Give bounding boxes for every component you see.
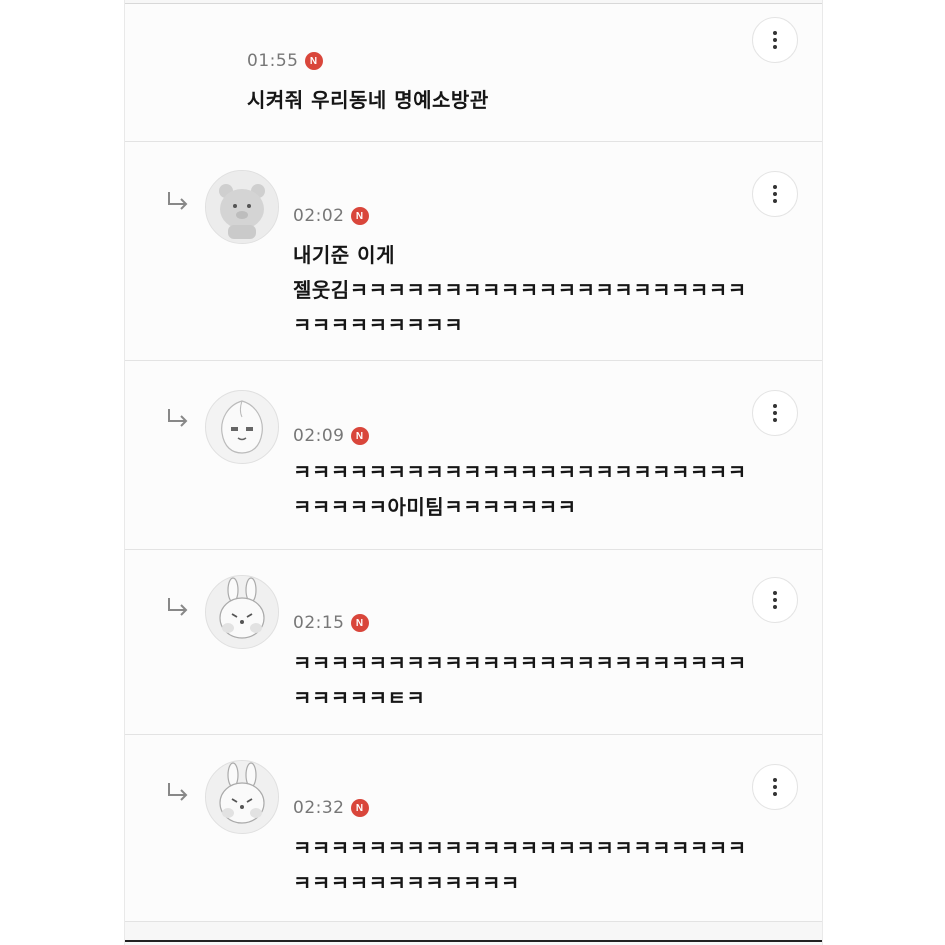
comment-meta: 02:09 N	[293, 426, 369, 446]
comment-time: 01:55	[247, 51, 299, 71]
peach-avatar-icon	[206, 391, 278, 463]
new-badge: N	[304, 52, 323, 70]
more-options-button[interactable]	[752, 17, 798, 63]
reply-arrow-icon	[168, 409, 188, 427]
rabbit-avatar-icon	[206, 576, 278, 648]
reply-arrow-icon	[168, 192, 188, 210]
comment-line: ㅋㅋㅋㅋㅋㅋㅋㅋㅋㅋㅋㅋㅋㅋㅋㅋㅋㅋㅋㅋㅋㅋㅋㅋ	[293, 836, 747, 860]
new-badge: N	[350, 427, 369, 445]
comment-text: ㅋㅋㅋㅋㅋㅋㅋㅋㅋㅋㅋㅋㅋㅋㅋㅋㅋㅋㅋㅋㅋㅋㅋㅋ ㅋㅋㅋㅋㅋ아미팀ㅋㅋㅋㅋㅋㅋㅋ	[293, 455, 747, 525]
reply-item: 02:15 N ㅋㅋㅋㅋㅋㅋㅋㅋㅋㅋㅋㅋㅋㅋㅋㅋㅋㅋㅋㅋㅋㅋㅋㅋ ㅋㅋㅋㅋㅋㅌㅋ	[125, 550, 822, 735]
bear-avatar-icon	[206, 171, 278, 243]
comment-time: 02:15	[293, 613, 345, 633]
reply-item: 02:09 N ㅋㅋㅋㅋㅋㅋㅋㅋㅋㅋㅋㅋㅋㅋㅋㅋㅋㅋㅋㅋㅋㅋㅋㅋ ㅋㅋㅋㅋㅋ아미…	[125, 361, 822, 550]
rabbit-avatar-icon	[206, 761, 278, 833]
reply-arrow-icon	[168, 783, 188, 801]
new-badge: N	[350, 207, 369, 225]
comment-time: 02:32	[293, 798, 345, 818]
comment-time: 02:09	[293, 426, 345, 446]
comment-line: ㅋㅋㅋㅋㅋㅋㅋㅋㅋ	[293, 313, 464, 337]
comment-thread: 01:55 N 시켜줘 우리동네 명예소방관 02:02 N 내기준 이게 젤웃…	[124, 0, 823, 945]
comment-meta: 02:02 N	[293, 206, 369, 226]
more-options-button[interactable]	[752, 764, 798, 810]
more-vertical-icon	[773, 185, 777, 203]
more-vertical-icon	[773, 404, 777, 422]
comment-line: 시켜줘 우리동네 명예소방관	[247, 88, 489, 112]
comment-item: 01:55 N 시켜줘 우리동네 명예소방관	[125, 4, 822, 142]
comment-meta: 01:55 N	[247, 51, 323, 71]
more-vertical-icon	[773, 591, 777, 609]
new-badge: N	[350, 614, 369, 632]
reply-item: 02:32 N ㅋㅋㅋㅋㅋㅋㅋㅋㅋㅋㅋㅋㅋㅋㅋㅋㅋㅋㅋㅋㅋㅋㅋㅋ ㅋㅋㅋㅋㅋㅋㅋ…	[125, 735, 822, 922]
comment-text: 내기준 이게 젤웃김ㅋㅋㅋㅋㅋㅋㅋㅋㅋㅋㅋㅋㅋㅋㅋㅋㅋㅋㅋㅋㅋ ㅋㅋㅋㅋㅋㅋㅋㅋ…	[293, 238, 747, 343]
comment-time: 02:02	[293, 206, 345, 226]
more-vertical-icon	[773, 778, 777, 796]
comment-text: 시켜줘 우리동네 명예소방관	[247, 83, 489, 118]
comment-line: ㅋㅋㅋㅋㅋㅌㅋ	[293, 686, 426, 710]
comment-line: ㅋㅋㅋㅋㅋ아미팀ㅋㅋㅋㅋㅋㅋㅋ	[293, 495, 577, 519]
comment-line: 젤웃김ㅋㅋㅋㅋㅋㅋㅋㅋㅋㅋㅋㅋㅋㅋㅋㅋㅋㅋㅋㅋㅋ	[293, 278, 747, 302]
more-vertical-icon	[773, 31, 777, 49]
avatar[interactable]	[205, 575, 279, 649]
avatar[interactable]	[205, 760, 279, 834]
comment-text: ㅋㅋㅋㅋㅋㅋㅋㅋㅋㅋㅋㅋㅋㅋㅋㅋㅋㅋㅋㅋㅋㅋㅋㅋ ㅋㅋㅋㅋㅋㅌㅋ	[293, 646, 747, 716]
comment-meta: 02:15 N	[293, 613, 369, 633]
comment-meta: 02:32 N	[293, 798, 369, 818]
new-badge: N	[350, 799, 369, 817]
divider	[125, 940, 822, 942]
reply-item: 02:02 N 내기준 이게 젤웃김ㅋㅋㅋㅋㅋㅋㅋㅋㅋㅋㅋㅋㅋㅋㅋㅋㅋㅋㅋㅋㅋ …	[125, 142, 822, 361]
more-options-button[interactable]	[752, 577, 798, 623]
comment-text: ㅋㅋㅋㅋㅋㅋㅋㅋㅋㅋㅋㅋㅋㅋㅋㅋㅋㅋㅋㅋㅋㅋㅋㅋ ㅋㅋㅋㅋㅋㅋㅋㅋㅋㅋㅋㅋ	[293, 831, 747, 901]
comment-line: ㅋㅋㅋㅋㅋㅋㅋㅋㅋㅋㅋㅋ	[293, 871, 520, 895]
avatar[interactable]	[205, 390, 279, 464]
comment-line: 내기준 이게	[293, 243, 395, 267]
avatar[interactable]	[205, 170, 279, 244]
more-options-button[interactable]	[752, 171, 798, 217]
comment-line: ㅋㅋㅋㅋㅋㅋㅋㅋㅋㅋㅋㅋㅋㅋㅋㅋㅋㅋㅋㅋㅋㅋㅋㅋ	[293, 651, 747, 675]
comment-line: ㅋㅋㅋㅋㅋㅋㅋㅋㅋㅋㅋㅋㅋㅋㅋㅋㅋㅋㅋㅋㅋㅋㅋㅋ	[293, 460, 747, 484]
reply-arrow-icon	[168, 598, 188, 616]
more-options-button[interactable]	[752, 390, 798, 436]
